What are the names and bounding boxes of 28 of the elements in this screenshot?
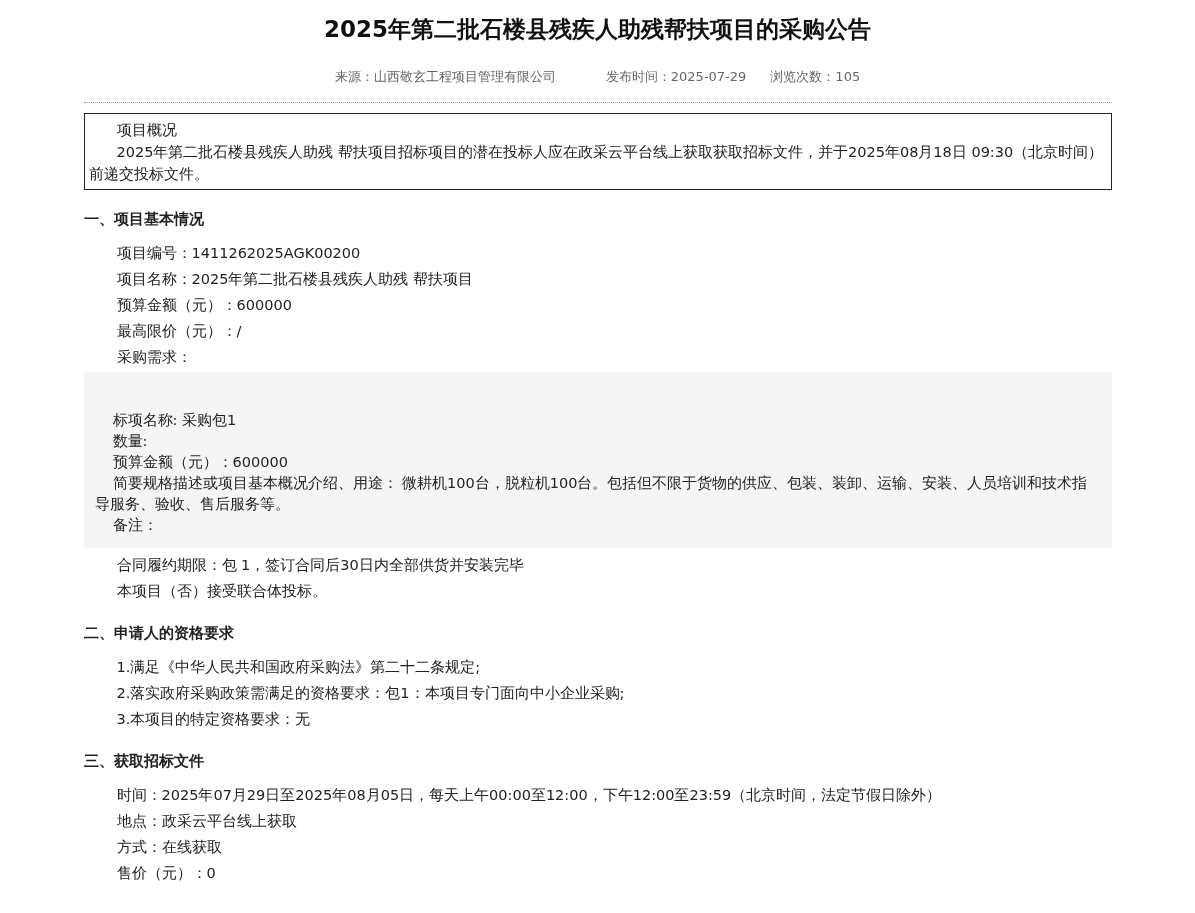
overview-heading: 项目概况 [115, 121, 178, 140]
info-line: 最高限价（元）：/ [115, 322, 243, 341]
info-line: 方式：在线获取 [115, 838, 223, 857]
info-line: 售价（元）：0 [115, 864, 217, 883]
info-line: 本项目（否）接受联合体投标。 [115, 582, 328, 601]
overview-text: 2025年第二批石楼县残疾人助残 帮扶项目招标项目的潜在投标人应在政采云平台线上获取获取招标文件，并于2025年08月18日 09:30（北京时间）前递交投标文件。 [88, 143, 1105, 184]
info-line: 2.落实政府采购政策需满足的资格要求：包1：本项目专门面向中小企业采购; [115, 684, 626, 703]
requirement-line: 备注： [111, 516, 159, 535]
info-line: 时间：2025年07月29日至2025年08月05日，每天上午00:00至12:00，下午12:00至23:59（北京时间，法定节假日除外） [115, 786, 943, 805]
requirement-line: 标项名称: 采购包1 [111, 411, 238, 430]
requirement-line: 预算金额（元）：600000 [111, 453, 289, 472]
requirement-line: 简要规格描述或项目基本概况介绍、用途： 微耕机100台，脱粒机100台。包括但不限于货物的供应、包装、装卸、运输、安装、人员培训和技术指导服务、验收、售后服务等。 [94, 474, 1089, 514]
info-line: 1.满足《中华人民共和国政府采购法》第二十二条规定; [115, 658, 482, 677]
info-line: 采购需求： [115, 348, 193, 367]
meta-text: 浏览次数：105 [770, 68, 861, 86]
info-line: 项目编号：1411262025AGK00200 [115, 244, 362, 263]
page-title: 2025年第二批石楼县残疾人助残帮扶项目的采购公告 [323, 15, 872, 44]
section-heading: 二、申请人的资格要求 [83, 623, 235, 644]
meta-text: 来源：山西敬玄工程项目管理有限公司 [334, 68, 556, 86]
info-line: 合同履约期限：包 1，签订合同后30日内全部供货并安装完毕 [115, 556, 525, 575]
info-line: 项目名称：2025年第二批石楼县残疾人助残 帮扶项目 [115, 270, 474, 289]
info-line: 预算金额（元）：600000 [115, 296, 293, 315]
requirement-line: 数量: [111, 432, 149, 451]
info-line: 地点：政采云平台线上获取 [115, 812, 298, 831]
section-heading: 三、获取招标文件 [83, 751, 205, 772]
meta-text: 发布时间：2025-07-29 [605, 68, 747, 86]
info-line: 3.本项目的特定资格要求：无 [115, 710, 312, 729]
section-heading: 一、项目基本情况 [83, 209, 205, 230]
